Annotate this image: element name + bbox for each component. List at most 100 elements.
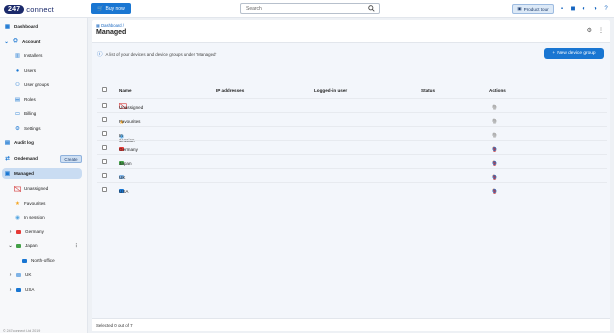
- sidebar-item-japan[interactable]: ⌄ Japan ⋮: [0, 240, 88, 251]
- sidebar-item-label: Users: [24, 68, 36, 73]
- sidebar-item-label: Unassigned: [24, 186, 49, 191]
- sidebar-item-installers[interactable]: ▥ Installers: [0, 50, 88, 61]
- gear-icon[interactable]: ⚙: [491, 174, 498, 181]
- column-status[interactable]: Status: [421, 88, 435, 93]
- gear-icon[interactable]: ⚙: [587, 27, 592, 34]
- sidebar-item-germany[interactable]: › Germany: [0, 226, 88, 237]
- table-row[interactable]: UK + ✎ ▮ ⚙: [97, 168, 607, 182]
- breadcrumb-icon: ▦: [96, 23, 100, 28]
- sidebar-item-label: UK: [25, 272, 32, 277]
- plus-icon: +: [552, 51, 556, 56]
- sidebar: ▦ Dashboard ⌄ ⛭ Account ▥ Installers ● U…: [0, 18, 88, 333]
- audit-log-icon: ▤: [4, 139, 11, 146]
- gear-icon[interactable]: ⚙: [491, 188, 498, 195]
- sidebar-item-north-office[interactable]: North-office: [0, 255, 88, 266]
- search-input[interactable]: Search: [240, 3, 380, 14]
- row-name: Germany: [119, 147, 138, 152]
- row-checkbox[interactable]: [102, 131, 107, 136]
- chevron-right-icon[interactable]: ›: [8, 228, 13, 235]
- more-options-icon[interactable]: ⋮: [598, 27, 604, 34]
- help-icon[interactable]: ?: [602, 4, 610, 13]
- contrast-icon[interactable]: ◐: [580, 4, 588, 13]
- gear-icon[interactable]: ⚙: [491, 132, 498, 139]
- sidebar-item-label: In session: [24, 215, 45, 220]
- sidebar-item-settings[interactable]: ⚙ Settings: [0, 123, 88, 134]
- top-bar: 247 connect 🛒 Buy now Search ▣ Product t…: [0, 0, 614, 18]
- table-row[interactable]: USA + ✎ ▮ ⚙: [97, 182, 607, 196]
- logo-word: connect: [26, 4, 54, 14]
- more-options-icon[interactable]: ⋮: [74, 243, 79, 249]
- search-placeholder: Search: [246, 5, 262, 12]
- table-row[interactable]: Germany + ✎ ▮ ⚙: [97, 140, 607, 154]
- table-header: Name IP addresses Logged-in user Status …: [97, 86, 607, 96]
- chevron-down-icon[interactable]: ⌄: [8, 242, 13, 249]
- chevron-down-icon[interactable]: ⌄: [4, 38, 9, 45]
- sidebar-item-label: User groups: [24, 82, 50, 87]
- sidebar-item-favourites[interactable]: ★ Favourites: [0, 198, 88, 209]
- sidebar-item-audit-log[interactable]: ▤ Audit log: [0, 137, 88, 148]
- info-text: A list of your devices and device groups…: [105, 51, 217, 57]
- sidebar-item-user-groups[interactable]: ⚇ User groups: [0, 79, 88, 90]
- table-row[interactable]: ★ Favourites + ✎ ▯ ⚙: [97, 112, 607, 126]
- row-name: USA: [119, 189, 129, 194]
- notifications-icon[interactable]: ◼: [569, 4, 577, 13]
- sidebar-item-roles[interactable]: ▤ Roles: [0, 94, 88, 105]
- breadcrumb[interactable]: ▦ Dashboard /: [96, 23, 124, 28]
- billing-icon: ▭: [14, 110, 21, 117]
- account-icon: ⛭: [13, 38, 18, 44]
- row-checkbox[interactable]: [102, 145, 107, 150]
- sidebar-item-usa[interactable]: › USA: [0, 284, 88, 295]
- star-icon: ★: [15, 200, 20, 207]
- column-ip-addresses[interactable]: IP addresses: [216, 88, 244, 93]
- sidebar-item-billing[interactable]: ▭ Billing: [0, 108, 88, 119]
- chevron-right-icon[interactable]: ›: [8, 286, 13, 293]
- gear-icon[interactable]: ⚙: [491, 146, 498, 153]
- row-name: UK: [119, 175, 126, 180]
- sidebar-item-account[interactable]: ⌄ ⛭ Account: [0, 36, 88, 47]
- row-checkbox[interactable]: [102, 117, 107, 122]
- table-row[interactable]: Japan + ✎ ▮ ⚙: [97, 154, 607, 168]
- sidebar-item-label: Favourites: [24, 201, 46, 206]
- column-logged-in-user[interactable]: Logged-in user: [314, 88, 347, 93]
- in-session-icon: ◉: [15, 214, 20, 221]
- row-checkbox[interactable]: [102, 187, 107, 192]
- theme-icon[interactable]: ◑: [591, 4, 599, 13]
- info-icon: ⓘ: [97, 52, 103, 58]
- user-group-icon: ⚇: [15, 81, 20, 88]
- gear-icon[interactable]: ⚙: [491, 104, 498, 111]
- row-checkbox[interactable]: [102, 173, 107, 178]
- sidebar-item-dashboard[interactable]: ▦ Dashboard: [0, 21, 88, 32]
- new-device-group-label: New device group: [557, 51, 596, 56]
- sidebar-item-label: Installers: [24, 53, 43, 58]
- tour-icon: ▣: [517, 6, 522, 11]
- folder-icon: [16, 287, 21, 292]
- gear-icon[interactable]: ⚙: [491, 118, 498, 125]
- sidebar-item-managed[interactable]: ▣ Managed: [2, 168, 82, 179]
- breadcrumb-link[interactable]: Dashboard /: [101, 23, 124, 28]
- new-device-group-button[interactable]: + New device group: [544, 48, 604, 59]
- chat-icon[interactable]: ▪: [558, 4, 566, 13]
- column-name[interactable]: Name: [119, 88, 132, 93]
- user-icon: ●: [15, 67, 20, 74]
- row-checkbox[interactable]: [102, 159, 107, 164]
- select-all-checkbox[interactable]: [102, 87, 107, 92]
- row-name: Japan: [119, 161, 132, 166]
- gear-icon[interactable]: ⚙: [491, 160, 498, 167]
- installer-icon: ▥: [14, 52, 21, 59]
- search-icon[interactable]: [368, 5, 375, 14]
- buy-now-button[interactable]: 🛒 Buy now: [91, 3, 131, 14]
- sidebar-item-uk[interactable]: › UK: [0, 269, 88, 280]
- row-checkbox[interactable]: [102, 103, 107, 108]
- create-button[interactable]: Create: [60, 155, 82, 163]
- table-row[interactable]: Unassigned + ✎ ▯ ⚙: [97, 98, 607, 112]
- sidebar-item-in-session[interactable]: ◉ In session: [0, 212, 88, 223]
- sidebar-item-label: Billing: [24, 111, 37, 116]
- column-actions: Actions: [489, 88, 506, 93]
- table-row[interactable]: ◉ In session + ✎ ▯ ⚙: [97, 126, 607, 143]
- sidebar-item-users[interactable]: ● Users: [0, 65, 88, 76]
- product-tour-button[interactable]: ▣ Product tour: [512, 4, 554, 14]
- sidebar-item-unassigned[interactable]: Unassigned: [0, 183, 88, 194]
- sidebar-item-label: Roles: [24, 97, 36, 102]
- chevron-right-icon[interactable]: ›: [8, 271, 13, 278]
- logo[interactable]: 247 connect: [4, 3, 54, 15]
